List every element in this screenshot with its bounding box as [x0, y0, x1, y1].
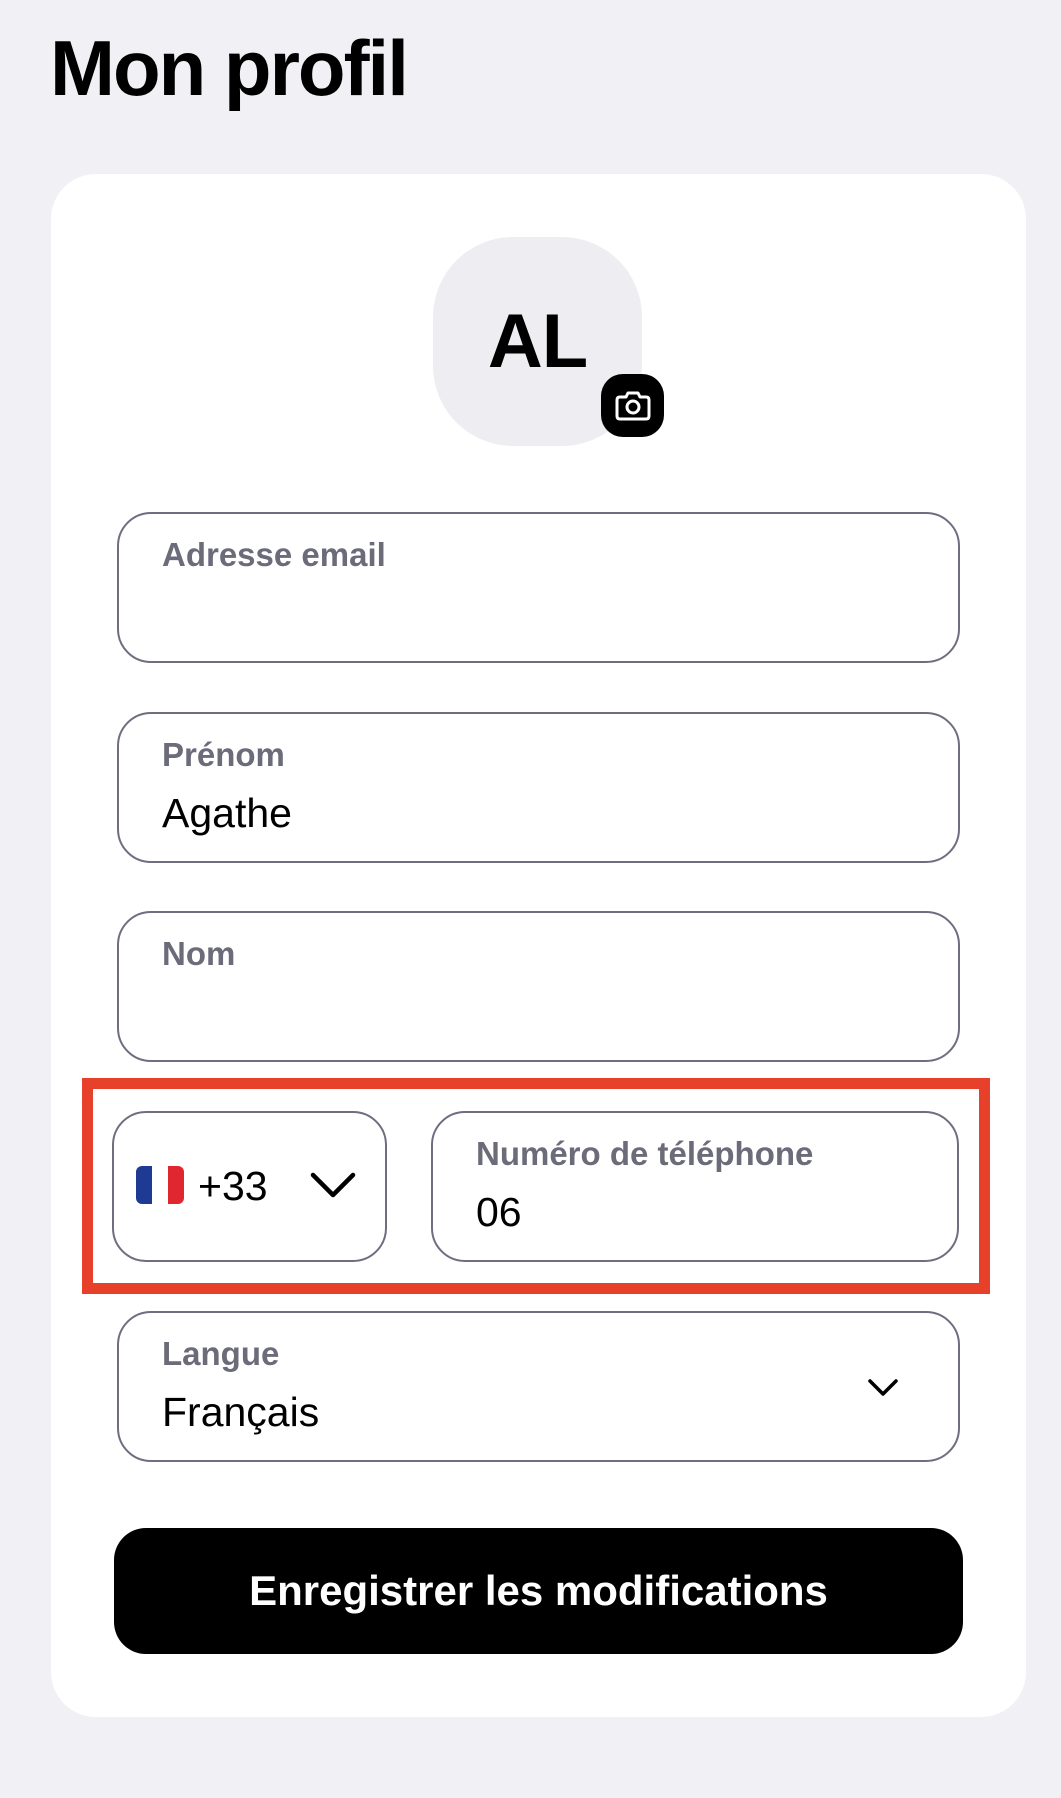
language-value: Français — [162, 1389, 320, 1435]
avatar-initials: AL — [487, 299, 588, 384]
first-name-field[interactable]: Prénom Agathe — [117, 712, 960, 863]
country-code-select[interactable]: +33 — [112, 1111, 387, 1262]
email-label: Adresse email — [162, 536, 386, 573]
phone-number-value: 06 — [476, 1189, 522, 1235]
email-field[interactable]: Adresse email — [117, 512, 960, 663]
first-name-value: Agathe — [162, 790, 292, 836]
phone-number-label: Numéro de téléphone — [476, 1135, 814, 1172]
chevron-down-icon — [310, 1172, 356, 1198]
chevron-down-icon — [868, 1379, 898, 1396]
change-photo-button[interactable] — [601, 374, 664, 437]
camera-icon — [615, 391, 650, 420]
france-flag-icon — [136, 1166, 184, 1204]
phone-number-field[interactable]: Numéro de téléphone 06 — [431, 1111, 959, 1262]
page-title: Mon profil — [50, 24, 409, 112]
language-select[interactable]: Langue Français — [117, 1311, 960, 1462]
last-name-field[interactable]: Nom — [117, 911, 960, 1062]
language-label: Langue — [162, 1335, 280, 1372]
save-button[interactable]: Enregistrer les modifications — [114, 1528, 963, 1654]
country-code-value: +33 — [198, 1163, 268, 1209]
first-name-label: Prénom — [162, 736, 285, 773]
last-name-label: Nom — [162, 935, 236, 972]
